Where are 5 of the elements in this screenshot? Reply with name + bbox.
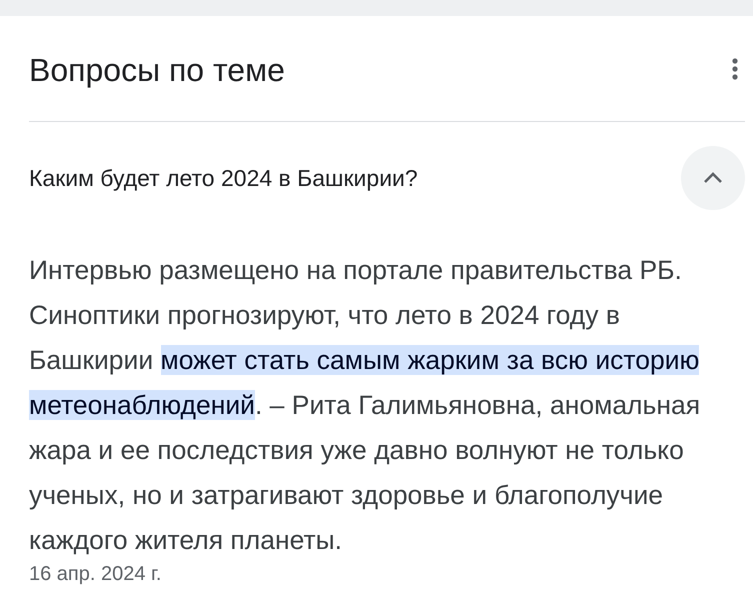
- answer-date: 16 апр. 2024 г.: [29, 562, 162, 587]
- section-title: Вопросы по теме: [29, 50, 285, 90]
- question-text[interactable]: Каким будет лето 2024 в Башкирии?: [29, 160, 418, 196]
- answer-paragraph: Интервью размещено на портале правительства РБ. Синоптики прогнозируют, что лето в 2024 году в Башкирии может стать самым жарким за всю историю метеонаблюдений. – Рита Галимьяновна, аномальная жара и ее последствия уже давно волнуют не только ученых, но и затрагивают здоровье и благополучие каждого жителя планеты.: [29, 254, 702, 557]
- chevron-up-icon: [703, 172, 723, 184]
